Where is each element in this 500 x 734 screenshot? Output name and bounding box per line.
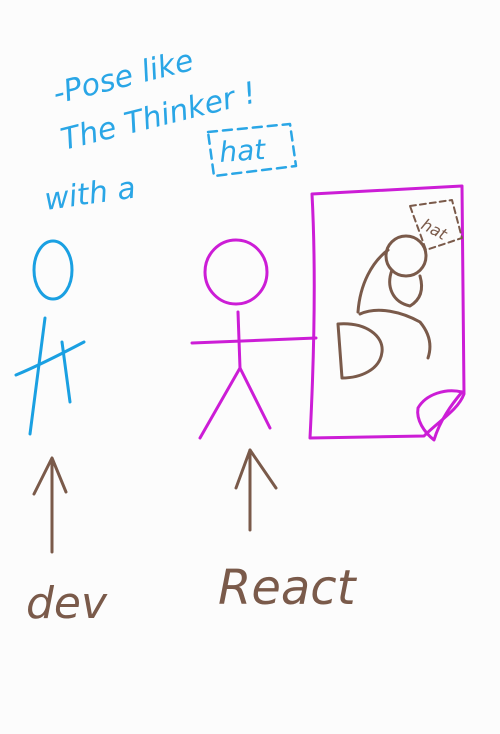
thinker-seat bbox=[336, 322, 384, 380]
instruction-note: -Pose like The Thinker ! with a hat bbox=[42, 43, 298, 218]
dev-arms bbox=[14, 340, 86, 377]
drawing-canvas: -Pose like The Thinker ! with a hat hat … bbox=[14, 43, 466, 629]
thinker-knee bbox=[358, 308, 432, 360]
thinker-poster: hat bbox=[308, 184, 466, 442]
react-left-leg bbox=[198, 366, 242, 440]
react-arms bbox=[190, 336, 318, 345]
react-arrow bbox=[234, 448, 278, 532]
react-label: React bbox=[218, 560, 358, 616]
react-arrow-head bbox=[234, 448, 278, 490]
react-stick-figure bbox=[190, 238, 318, 440]
thinker-figure bbox=[336, 234, 432, 380]
dev-head bbox=[32, 239, 74, 301]
dev-stick-figure bbox=[14, 239, 86, 436]
react-head bbox=[203, 238, 269, 306]
dev-label: dev bbox=[26, 578, 108, 629]
note-hat-word: hat bbox=[218, 133, 267, 169]
dev-arrow-head bbox=[32, 456, 68, 496]
note-line-3-prefix: with a bbox=[42, 171, 138, 218]
react-right-leg bbox=[238, 366, 272, 430]
dev-body bbox=[28, 316, 47, 436]
dev-arrow bbox=[32, 456, 68, 554]
thinker-back bbox=[356, 248, 390, 314]
poster-curled-corner bbox=[416, 389, 464, 442]
